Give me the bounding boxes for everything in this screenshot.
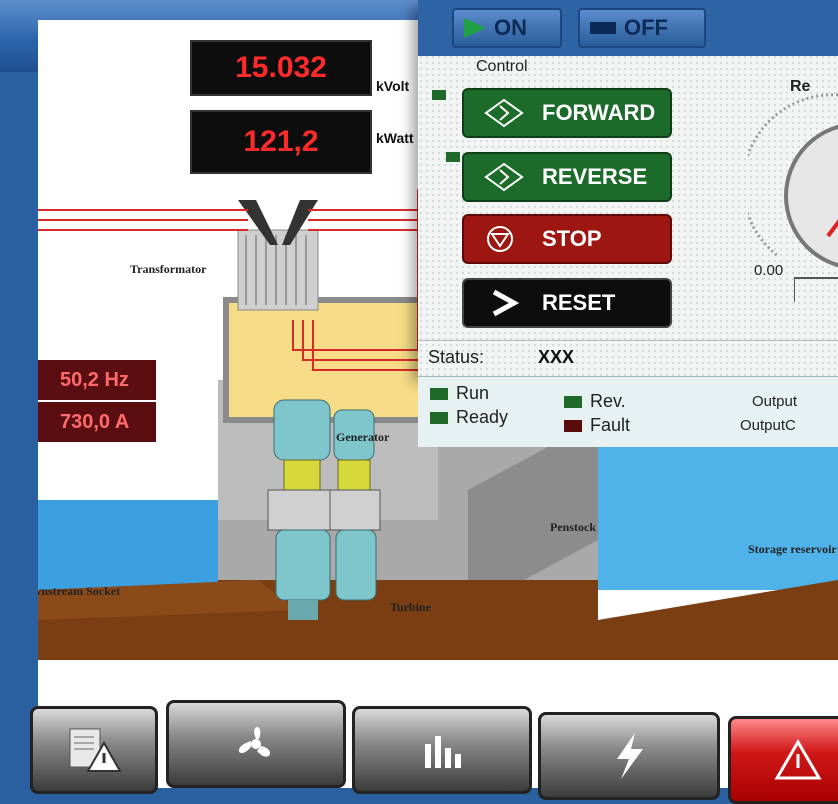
rev-lamp-icon [564, 396, 582, 409]
rev-indicator: Rev. [564, 391, 626, 412]
voltage-display: 15.032 [190, 40, 372, 96]
toolbar-fan-button[interactable] [166, 700, 346, 788]
status-label: Status: [428, 347, 485, 367]
power-display: 121,2 [190, 110, 372, 174]
document-warning-icon [69, 728, 122, 772]
penstock-label: Penstock [550, 520, 596, 534]
power-unit: kWatt [376, 130, 414, 146]
status-row: Status: XXX [418, 340, 838, 375]
transformator-label: Transformator [130, 262, 207, 276]
forward-diamond-icon [484, 98, 524, 128]
output-label-1: Output [752, 393, 798, 410]
off-button[interactable]: OFF [578, 8, 706, 48]
gauge-dial [784, 124, 838, 268]
ready-lamp-icon [430, 412, 448, 425]
stop-circle-icon [487, 226, 513, 252]
toolbar-lightning-button[interactable] [538, 712, 720, 800]
ready-indicator: Ready [430, 407, 508, 428]
toolbar-document-warning-button[interactable] [30, 706, 158, 794]
downstream-label: Downstream Socket [38, 584, 121, 598]
reset-chevron-icon [492, 289, 520, 317]
off-label: OFF [624, 15, 668, 40]
on-label: ON [494, 15, 527, 40]
lightning-icon [617, 733, 643, 779]
gauge [748, 93, 838, 268]
toolbar-alarm-button[interactable] [728, 716, 838, 804]
reset-label: RESET [542, 290, 616, 315]
control-section-label: Control [476, 58, 528, 75]
stop-bar-icon [590, 22, 616, 34]
on-button[interactable]: ON [452, 8, 562, 48]
forward-label: FORWARD [542, 100, 656, 125]
current-value: 730,0 A [60, 410, 130, 433]
stop-button[interactable]: STOP [462, 214, 672, 264]
fault-indicator: Fault [564, 415, 630, 436]
stop-label: STOP [542, 226, 602, 251]
storage-water [598, 430, 838, 590]
frequency-value: 50,2 Hz [60, 368, 129, 391]
reverse-label: REVERSE [542, 164, 648, 189]
fan-icon [238, 727, 270, 757]
alarm-warning-icon [774, 739, 822, 780]
play-icon [464, 18, 486, 38]
reset-button[interactable]: RESET [462, 278, 672, 328]
power-value: 121,2 [243, 125, 319, 158]
current-display: 730,0 A [38, 402, 156, 442]
toolbar-bar-chart-button[interactable] [352, 706, 532, 794]
voltage-unit: kVolt [376, 78, 410, 94]
output-label-2: OutputC [740, 417, 796, 434]
indicator-panel: Run Ready Rev. Fault Output OutputC [418, 376, 838, 447]
reverse-button[interactable]: REVERSE [462, 152, 672, 202]
voltage-value: 15.032 [235, 51, 327, 84]
forward-button[interactable]: FORWARD [462, 88, 672, 138]
gauge-min-label: 0.00 [754, 262, 784, 279]
storage-label: Storage reservoir [748, 542, 837, 556]
reverse-led [446, 152, 460, 162]
fault-lamp-icon [564, 420, 582, 433]
reverse-diamond-icon [484, 162, 524, 192]
frequency-display: 50,2 Hz [38, 360, 156, 400]
run-indicator: Run [430, 383, 489, 404]
turbine-label: Turbine [390, 600, 431, 614]
gauge-scale-bracket [794, 277, 838, 302]
status-value: XXX [538, 347, 575, 367]
forward-led [432, 90, 446, 100]
generator-label: Generator [336, 430, 390, 444]
bar-chart-icon [425, 736, 461, 768]
run-lamp-icon [430, 388, 448, 401]
